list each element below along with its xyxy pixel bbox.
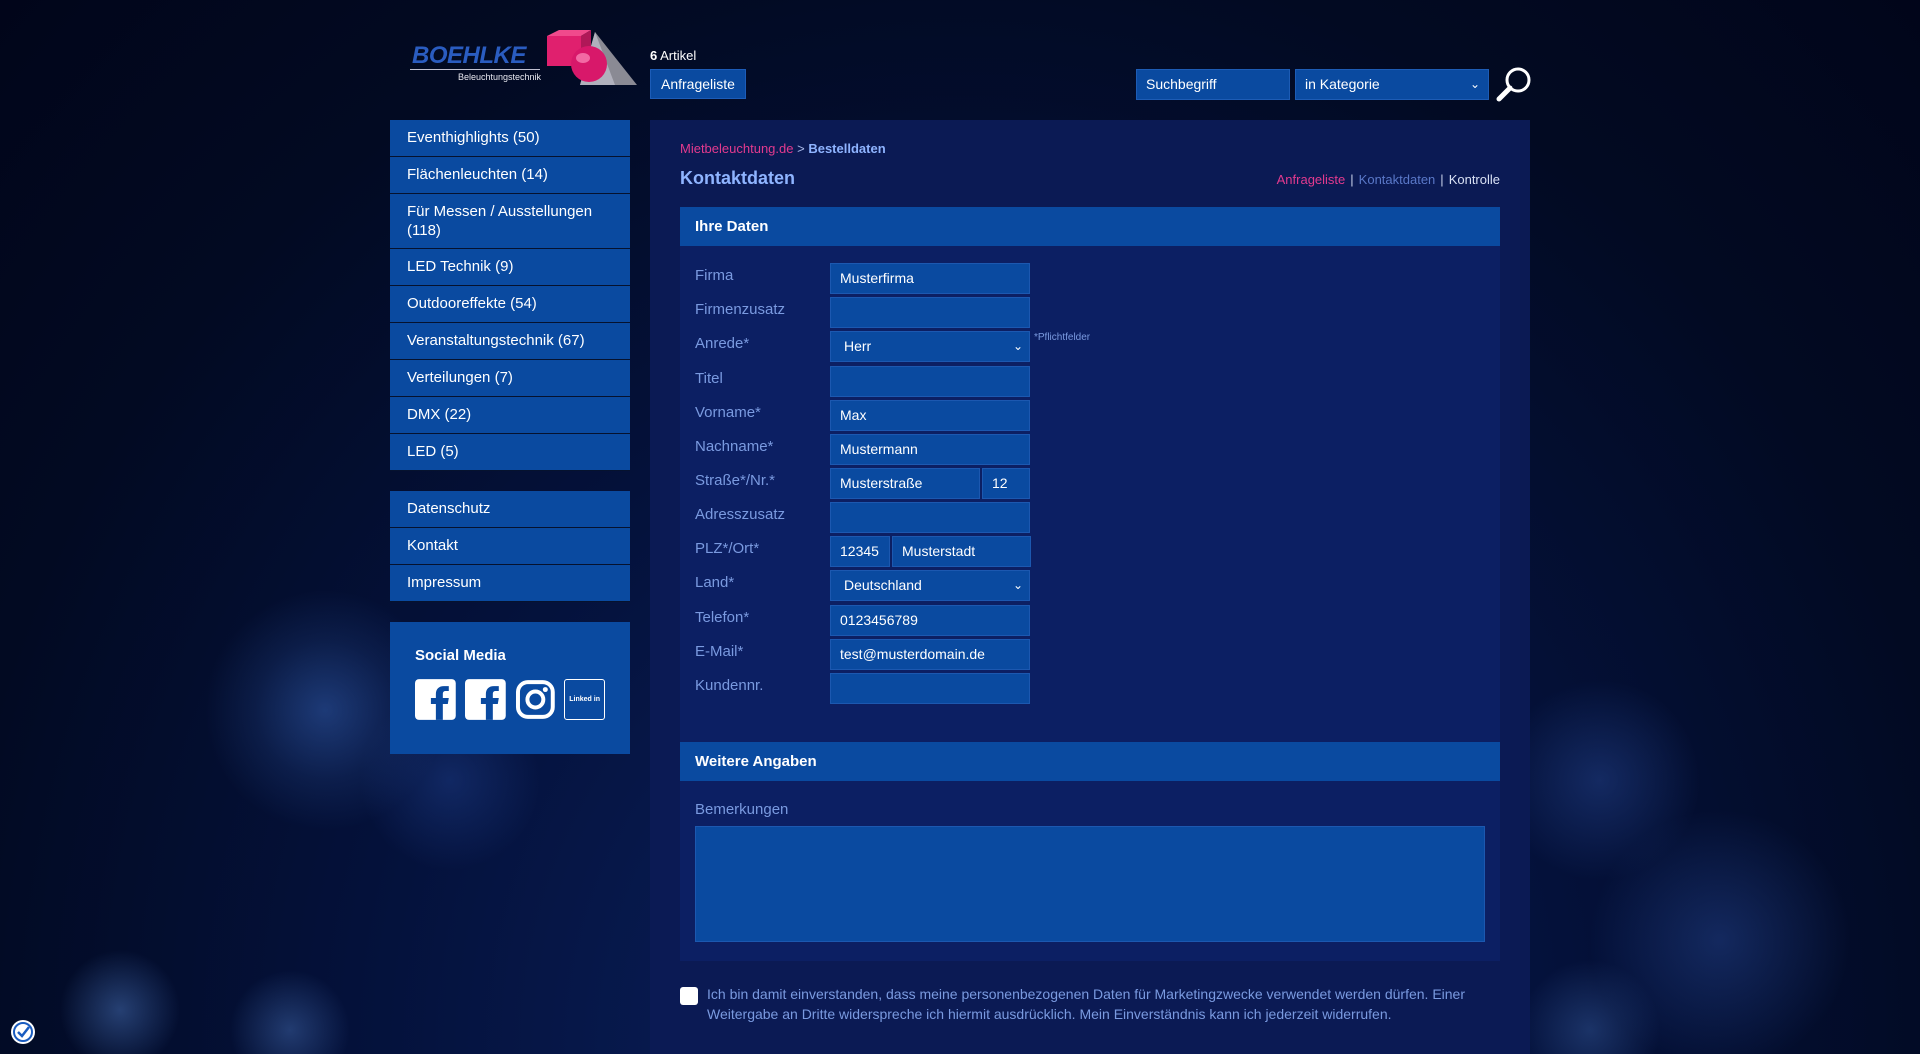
anrede-select[interactable]: Herr ⌄	[830, 331, 1030, 362]
nav-item-outdooreffekte[interactable]: Outdooreffekte (54)	[390, 286, 630, 323]
cart-count-label: Artikel	[660, 48, 697, 63]
logo-text: BOEHLKE	[412, 42, 526, 69]
plz-field[interactable]: 12345	[830, 536, 890, 567]
label-vorname: Vorname*	[695, 404, 761, 421]
step-kontaktdaten: Kontaktdaten	[1358, 172, 1436, 187]
telefon-field[interactable]: 0123456789	[830, 605, 1030, 636]
page-nav: Datenschutz Kontakt Impressum	[390, 491, 630, 602]
hausnummer-field[interactable]: 12	[982, 468, 1030, 499]
label-plz-ort: PLZ*/Ort*	[695, 540, 760, 557]
chevron-down-icon: ⌄	[1012, 578, 1023, 592]
section-header-weitere-angaben: Weitere Angaben	[680, 742, 1500, 781]
ort-field[interactable]: Musterstadt	[892, 536, 1031, 567]
nav-item-flaechenleuchten[interactable]: Flächenleuchten (14)	[390, 157, 630, 194]
land-select[interactable]: Deutschland ⌄	[830, 570, 1030, 601]
nav-item-verteilungen[interactable]: Verteilungen (7)	[390, 360, 630, 397]
facebook-icon[interactable]	[415, 679, 456, 720]
nav-item-impressum[interactable]: Impressum	[390, 565, 630, 602]
titel-field[interactable]	[830, 366, 1030, 397]
social-media-box: Social Media Linked in	[390, 622, 630, 754]
page-title: Kontaktdaten	[680, 168, 796, 188]
label-anrede: Anrede*	[695, 335, 750, 352]
social-icons: Linked in	[415, 679, 606, 720]
firmenzusatz-field[interactable]	[830, 297, 1030, 328]
social-media-title: Social Media	[415, 647, 506, 664]
breadcrumb: Mietbeleuchtung.de > Bestelldaten	[680, 141, 886, 156]
step-anfrageliste[interactable]: Anfrageliste	[1277, 172, 1346, 187]
kundennr-field[interactable]	[830, 673, 1030, 704]
label-nachname: Nachname*	[695, 438, 774, 455]
section-header-ihre-daten: Ihre Daten	[680, 207, 1500, 246]
instagram-icon[interactable]	[515, 679, 556, 720]
nav-item-kontakt[interactable]: Kontakt	[390, 528, 630, 565]
linkedin-icon[interactable]: Linked in	[564, 679, 606, 720]
inquiry-list-button[interactable]: Anfrageliste	[650, 69, 746, 99]
facebook-icon[interactable]	[464, 679, 506, 720]
label-firmenzusatz: Firmenzusatz	[695, 301, 786, 318]
nav-item-led-technik[interactable]: LED Technik (9)	[390, 249, 630, 286]
category-nav: Eventhighlights (50) Flächenleuchten (14…	[390, 120, 630, 471]
bemerkungen-textarea[interactable]	[695, 826, 1485, 942]
label-firma: Firma	[695, 267, 734, 284]
step-separator: |	[1350, 172, 1354, 187]
search-icon[interactable]	[1495, 64, 1535, 104]
anrede-select-value: Herr	[844, 338, 872, 354]
step-kontrolle: Kontrolle	[1448, 172, 1500, 187]
step-separator: |	[1440, 172, 1444, 187]
adresszusatz-field[interactable]	[830, 502, 1030, 533]
breadcrumb-separator: >	[797, 141, 805, 156]
cart-count-number: 6	[650, 48, 658, 63]
nav-item-led[interactable]: LED (5)	[390, 434, 630, 471]
logo-subtitle: Beleuchtungstechnik	[458, 72, 542, 82]
privacy-badge-icon[interactable]	[10, 1019, 36, 1045]
label-telefon: Telefon*	[695, 609, 750, 626]
label-strasse: Straße*/Nr.*	[695, 472, 776, 489]
strasse-field[interactable]: Musterstraße	[830, 468, 980, 499]
search-input[interactable]: Suchbegriff	[1136, 69, 1290, 100]
nav-item-dmx[interactable]: DMX (22)	[390, 397, 630, 434]
cart-count: 6 Artikel	[650, 48, 696, 63]
land-select-value: Deutschland	[844, 577, 922, 593]
label-land: Land*	[695, 574, 735, 591]
nachname-field[interactable]: Mustermann	[830, 434, 1030, 465]
breadcrumb-current: Bestelldaten	[808, 141, 886, 156]
vorname-field[interactable]: Max	[830, 400, 1030, 431]
category-select-value: in Kategorie	[1305, 76, 1380, 92]
consent-text: Ich bin damit einverstanden, dass meine …	[707, 986, 1465, 1022]
label-email: E-Mail*	[695, 643, 744, 660]
breadcrumb-home-link[interactable]: Mietbeleuchtung.de	[680, 141, 793, 156]
consent-checkbox[interactable]	[680, 987, 698, 1005]
label-adresszusatz: Adresszusatz	[695, 506, 786, 523]
company-logo[interactable]: BOEHLKE Beleuchtungstechnik	[410, 30, 637, 92]
label-bemerkungen: Bemerkungen	[695, 801, 789, 818]
nav-item-eventhighlights[interactable]: Eventhighlights (50)	[390, 120, 630, 157]
logo-line	[410, 69, 540, 70]
main-content: Mietbeleuchtung.de > Bestelldaten Kontak…	[650, 120, 1530, 1054]
linkedin-label: Linked in	[569, 696, 600, 703]
category-select[interactable]: in Kategorie ⌄	[1295, 69, 1489, 100]
logo-shapes-icon	[547, 30, 637, 85]
nav-item-messen[interactable]: Für Messen / Ausstellungen (118)	[390, 194, 630, 249]
nav-item-veranstaltungstechnik[interactable]: Veranstaltungstechnik (67)	[390, 323, 630, 360]
required-note: *Pflichtfelder	[1034, 332, 1091, 343]
firma-field[interactable]: Musterfirma	[830, 263, 1030, 294]
nav-item-datenschutz[interactable]: Datenschutz	[390, 491, 630, 528]
label-titel: Titel	[695, 370, 723, 387]
chevron-down-icon: ⌄	[1469, 77, 1480, 91]
label-kundennr: Kundennr.	[695, 677, 764, 694]
email-field[interactable]: test@musterdomain.de	[830, 639, 1030, 670]
section-body-weitere-angaben: Bemerkungen	[680, 781, 1500, 961]
checkout-steps: Anfrageliste | Kontaktdaten | Kontrolle	[1277, 172, 1500, 187]
chevron-down-icon: ⌄	[1012, 339, 1023, 353]
